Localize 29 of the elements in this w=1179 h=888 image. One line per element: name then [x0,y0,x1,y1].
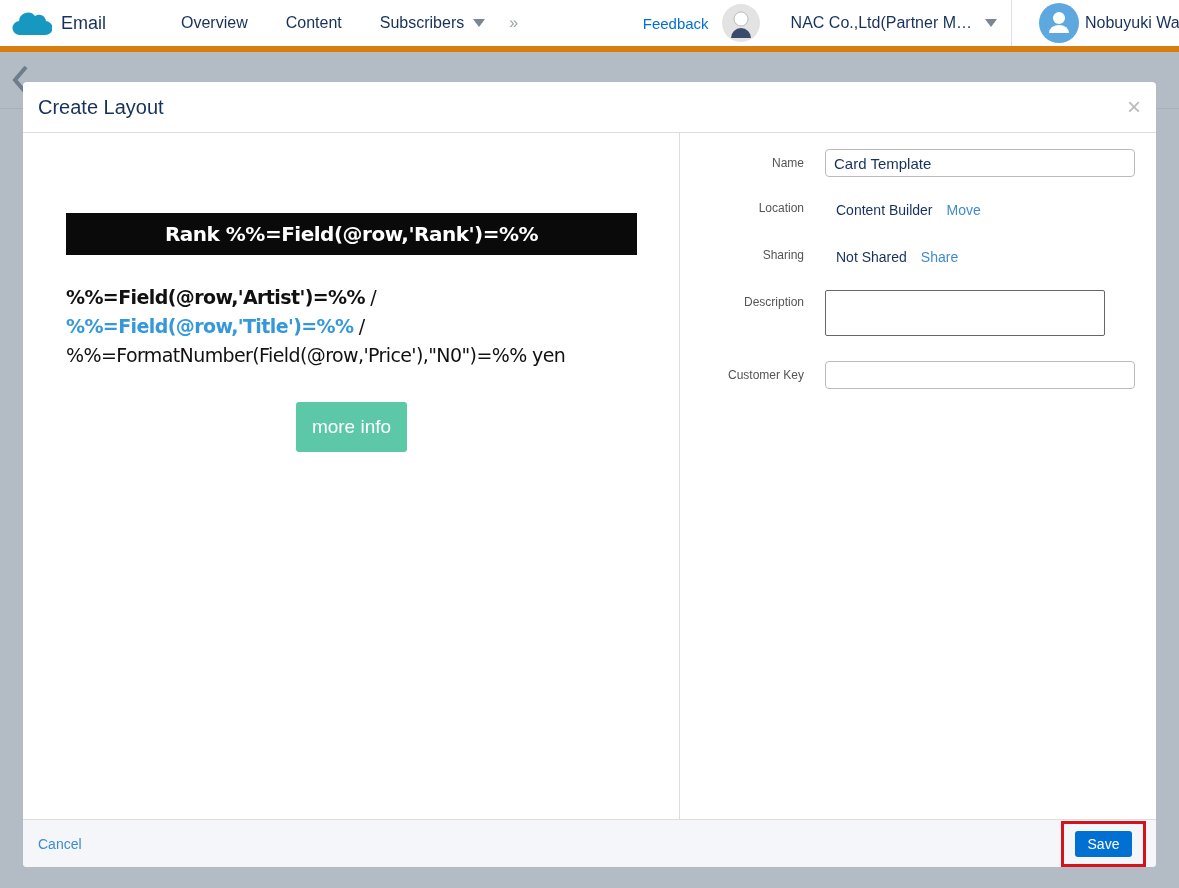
field-link[interactable]: Share [920,249,959,265]
dialog-title: Create Layout [38,95,164,119]
app-name: Email [61,12,106,34]
input-field[interactable] [825,361,1135,389]
caret-icon [473,19,486,27]
field-value: Not Shared [836,249,907,265]
caret-icon[interactable] [985,19,997,27]
rank-banner: Rank %%=Field(@row,'Rank')=%% [66,213,637,255]
field-label: Customer Key [726,368,804,382]
field-label: Location [757,201,804,215]
account-switcher[interactable]: NAC Co.,Ltd(Partner M… [790,14,972,32]
more-tabs-button[interactable]: » [509,14,519,32]
field-link[interactable]: Move [946,202,981,218]
user-avatar-icon[interactable] [1039,3,1079,43]
nav-tab[interactable]: Content [285,14,342,32]
cancel-link[interactable]: Cancel [38,835,82,852]
description-field[interactable] [825,290,1105,336]
nav-tab[interactable]: Overview [181,14,248,32]
feedback-link[interactable]: Feedback [642,14,709,32]
field-label: Name [771,156,804,170]
save-button[interactable]: Save [1075,830,1132,857]
nav-tab[interactable]: Subscribers [379,14,486,32]
field-label: Description [742,295,804,309]
user-name[interactable]: Nobuyuki Wa [1085,14,1179,32]
field-label: Sharing [761,248,804,262]
field-value: Content Builder [836,202,933,218]
avatar-icon [721,4,760,42]
input-field[interactable]: Card Template [825,149,1135,177]
card-text: %%=Field(@row,'Artist')=%% / %%=Field(@row,'Title')=%% / %%=FormatNumber(Field(@row,'Price'),"N0")=%% yen [66,285,567,368]
